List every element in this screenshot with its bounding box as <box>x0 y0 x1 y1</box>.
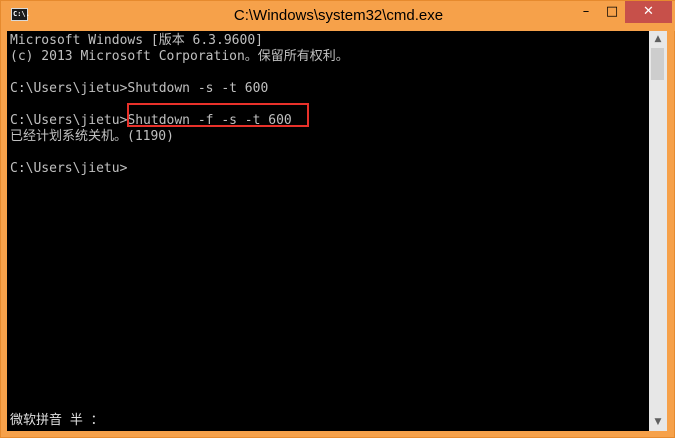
scrollbar-thumb[interactable] <box>651 48 664 80</box>
title-bar[interactable]: C:\. C:\Windows\system32\cmd.exe – □ ✕ <box>1 1 675 31</box>
command-highlight-box <box>127 103 309 127</box>
maximize-button[interactable]: □ <box>599 1 625 23</box>
scroll-up-arrow-icon[interactable]: ▲ <box>649 31 667 48</box>
vertical-scrollbar[interactable]: ▲ ▼ <box>649 31 667 431</box>
console-line: C:\Users\jietu>Shutdown -s -t 600 <box>10 81 269 96</box>
console-line: C:\Users\jietu> <box>10 161 128 176</box>
console-line: (c) 2013 Microsoft Corporation。保留所有权利。 <box>10 49 349 64</box>
close-button[interactable]: ✕ <box>625 1 672 23</box>
scroll-down-arrow-icon[interactable]: ▼ <box>649 414 667 431</box>
minimize-button[interactable]: – <box>573 1 599 23</box>
console-line: Microsoft Windows [版本 6.3.9600] <box>10 33 263 48</box>
console-output[interactable]: Microsoft Windows [版本 6.3.9600] (c) 2013… <box>7 31 649 431</box>
ime-status-text: 微软拼音 半 ： <box>10 413 104 428</box>
cmd-window: C:\. C:\Windows\system32\cmd.exe – □ ✕ M… <box>0 0 675 438</box>
console-line: 已经计划系统关机。(1190) <box>10 129 174 144</box>
